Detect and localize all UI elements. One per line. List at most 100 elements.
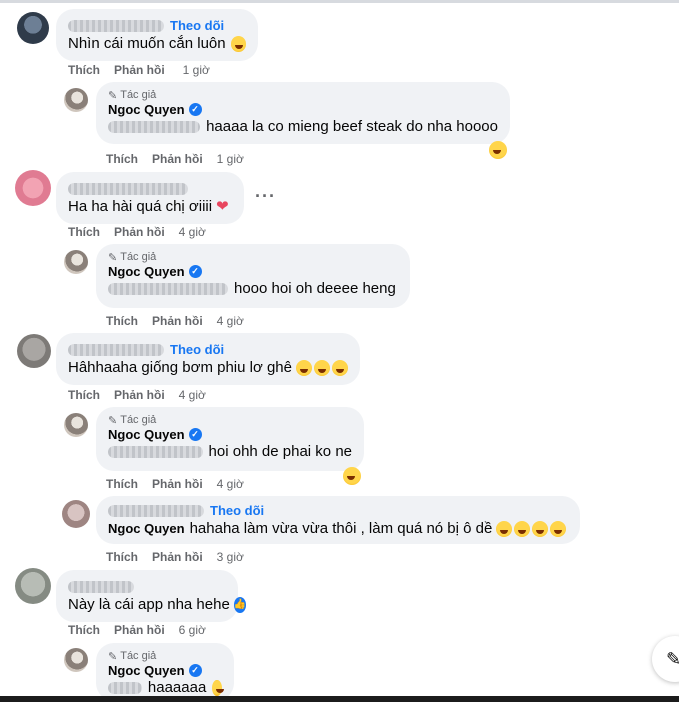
more-options-icon[interactable]: ··· [255,186,276,207]
comment-time[interactable]: 3 giờ [217,550,244,564]
blurred-username[interactable] [68,580,134,593]
laughing-emoji-icon [532,521,549,537]
blurred-username[interactable] [68,19,164,32]
verified-badge-icon: ✓ [188,265,202,278]
like-button[interactable]: Thích [106,477,138,491]
comment-time[interactable]: 4 giờ [179,388,206,402]
author-avatar[interactable] [64,250,88,274]
author-label: Tác giả [120,650,157,662]
laughing-emoji-icon [296,360,312,376]
like-button[interactable]: Thích [68,388,100,402]
bottom-border [0,696,679,702]
comment-time[interactable]: 1 giờ [217,152,244,166]
laughing-emoji-icon [314,360,330,376]
verified-badge-icon: ✓ [188,103,202,116]
laughing-emoji-icon [332,360,348,376]
compose-icon: ✎ [666,649,679,669]
verified-badge-icon: ✓ [188,664,202,677]
author-name[interactable]: Ngoc Quyen [108,663,185,678]
comment-bubble: Theo dõi Hâhhaaha giống bơm phiu lơ ghê [56,333,360,385]
reply-button[interactable]: Phản hồi [114,63,165,77]
reply-actions: Thích Phản hồi 4 giờ [106,476,258,492]
blurred-mention [108,121,201,133]
reply-button[interactable]: Phản hồi [152,477,203,491]
avatar[interactable] [17,12,49,44]
follow-button[interactable]: Theo dõi [170,342,224,357]
laughing-emoji-icon [514,521,531,537]
author-avatar[interactable] [64,88,88,112]
avatar[interactable] [17,334,51,368]
comment-text: Này là cái app nha hehe [68,596,230,613]
comment-actions: Thích Phản hồi 4 giờ [68,387,220,403]
pen-icon: ✎ [108,650,118,663]
author-name[interactable]: Ngoc Quyen [108,519,185,539]
reply-bubble: Theo dõi Ngoc Quyen hahaha làm vừa vừa th… [96,496,580,544]
author-label: Tác giả [120,414,157,426]
laughing-emoji-icon [343,467,361,485]
like-button[interactable]: Thích [68,623,100,637]
like-button[interactable]: Thích [68,225,100,239]
comment-text: Hâhhaaha giống bơm phiu lơ ghê [68,359,292,376]
reply-text: haaaaaa [147,679,207,696]
blurred-mention [108,682,142,694]
author-name[interactable]: Ngoc Quyen [108,427,185,442]
thumbs-up-icon: 👍 [233,597,247,613]
author-name[interactable]: Ngoc Quyen [108,264,185,279]
laughing-emoji-icon [550,521,567,537]
comment-time[interactable]: 1 giờ [183,63,210,77]
reply-text: hooo hoi oh deeee heng [234,280,396,297]
reply-text: haaaa la co mieng beef steak do nha hooo… [206,118,498,135]
avatar[interactable] [15,568,51,604]
author-avatar[interactable] [64,413,88,437]
pen-icon: ✎ [108,251,118,264]
comment-time[interactable]: 4 giờ [179,225,206,239]
author-label: Tác giả [120,89,157,101]
like-button[interactable]: Thích [106,550,138,564]
reply-text: hahaha làm vừa vừa thôi , làm quá nó bị … [189,520,493,537]
comment-bubble: Này là cái app nha hehe 👍 [56,570,247,622]
top-border [0,0,679,3]
laughing-emoji-icon [230,36,246,52]
author-name[interactable]: Ngoc Quyen [108,102,185,117]
blurred-username[interactable] [68,343,164,356]
like-button[interactable]: Thích [68,63,100,77]
reply-button[interactable]: Phản hồi [152,152,203,166]
reply-text: hoi ohh de phai ko ne [208,443,352,460]
reply-bubble: ✎ Tác giả Ngoc Quyen ✓ haaaa la co mieng b… [96,82,510,144]
reply-bubble: ✎ Tác giả Ngoc Quyen ✓ hooo hoi oh deeee h… [96,244,410,308]
comment-actions: Thích Phản hồi 1 giờ [68,62,224,78]
blurred-mention [108,283,228,295]
comment-text: Ha ha hài quá chị ơiiii [68,198,213,215]
follow-button[interactable]: Theo dõi [170,18,224,33]
reply-button[interactable]: Phản hồi [114,225,165,239]
reply-button[interactable]: Phản hồi [114,388,165,402]
reply-bubble: ✎ Tác giả Ngoc Quyen ✓ hoi ohh de phai ko … [96,407,364,471]
comment-text: Nhìn cái muốn cắn luôn [68,35,226,52]
like-button[interactable]: Thích [106,314,138,328]
comment-time[interactable]: 4 giờ [217,314,244,328]
blurred-username[interactable] [108,504,204,517]
reply-button[interactable]: Phản hồi [152,550,203,564]
laughing-emoji-icon [212,680,224,696]
comment-actions: Thích Phản hồi 4 giờ [68,224,220,240]
reply-actions: Thích Phản hồi 4 giờ [106,313,258,329]
follow-button[interactable]: Theo dõi [210,503,264,518]
author-avatar[interactable] [64,648,88,672]
like-button[interactable]: Thích [106,152,138,166]
laughing-emoji-icon [496,521,513,537]
verified-badge-icon: ✓ [188,428,202,441]
pen-icon: ✎ [108,414,118,427]
reply-actions: Thích Phản hồi 3 giờ [106,549,258,565]
blurred-mention [108,446,203,458]
avatar[interactable] [15,170,51,206]
compose-button[interactable]: ✎ [652,636,679,682]
comment-time[interactable]: 4 giờ [217,477,244,491]
reply-button[interactable]: Phản hồi [114,623,165,637]
blurred-username[interactable] [68,182,188,195]
comment-bubble: Ha ha hài quá chị ơiiii ❤ [56,172,244,224]
avatar[interactable] [62,500,90,528]
reply-button[interactable]: Phản hồi [152,314,203,328]
reply-actions: Thích Phản hồi 1 giờ [106,151,258,167]
comment-time[interactable]: 6 giờ [179,623,206,637]
broken-heart-emoji-icon: ❤ [216,198,229,215]
